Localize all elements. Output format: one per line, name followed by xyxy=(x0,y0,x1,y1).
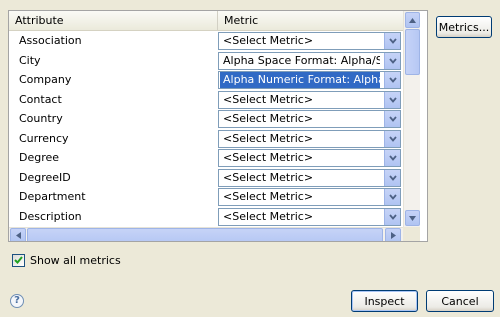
attribute-cell: Contact xyxy=(19,92,62,106)
scroll-up-arrow-icon[interactable] xyxy=(405,12,420,28)
chevron-down-icon[interactable] xyxy=(384,52,400,69)
metric-select-value: Alpha Numeric Format: Alpha/Num xyxy=(220,72,380,88)
scroll-right-arrow-icon[interactable] xyxy=(385,228,401,241)
metric-select-value: <Select Metric> xyxy=(223,131,314,145)
chevron-down-icon[interactable] xyxy=(384,111,400,127)
metric-select[interactable]: <Select Metric> xyxy=(218,188,401,206)
table-row[interactable]: Association <Select Metric> xyxy=(9,31,403,51)
chevron-down-icon[interactable] xyxy=(384,130,400,147)
chevron-down-icon[interactable] xyxy=(384,72,400,88)
scroll-down-arrow-icon[interactable] xyxy=(405,210,420,226)
metric-column-header[interactable]: Metric xyxy=(218,11,403,30)
chevron-down-icon[interactable] xyxy=(384,169,400,186)
attribute-cell: Degree xyxy=(19,151,60,164)
attribute-cell: Association xyxy=(19,34,82,47)
chevron-down-icon[interactable] xyxy=(384,91,400,108)
attribute-cell: Description xyxy=(19,209,82,223)
chevron-down-icon[interactable] xyxy=(384,33,400,49)
attribute-cell: DegreeID xyxy=(19,170,71,184)
table-header: Attribute Metric xyxy=(9,11,403,31)
attribute-cell: City xyxy=(19,53,41,67)
table-row[interactable]: Degree <Select Metric> xyxy=(9,148,403,168)
chevron-down-icon[interactable] xyxy=(384,208,400,225)
attribute-cell: Country xyxy=(19,112,63,125)
scroll-left-arrow-icon[interactable] xyxy=(10,228,26,241)
attribute-metric-table: Attribute Metric Association <Select Metr… xyxy=(8,10,428,242)
metric-select-value: <Select Metric> xyxy=(223,112,314,125)
table-row[interactable]: Contact <Select Metric> xyxy=(9,90,403,110)
inspect-button[interactable]: Inspect xyxy=(351,290,418,312)
metric-select[interactable]: <Select Metric> xyxy=(218,168,401,187)
metric-select-value: <Select Metric> xyxy=(223,92,314,106)
metric-select[interactable]: <Select Metric> xyxy=(218,110,401,128)
scrollbar-corner xyxy=(403,227,420,241)
metric-select-value: <Select Metric> xyxy=(223,151,314,164)
horizontal-scroll-thumb[interactable] xyxy=(27,228,383,241)
checkmark-icon xyxy=(14,256,23,264)
vertical-scrollbar[interactable] xyxy=(403,11,420,227)
metric-select-value: <Select Metric> xyxy=(223,209,314,223)
table-row[interactable]: Country <Select Metric> xyxy=(9,109,403,129)
metrics-button[interactable]: Metrics... xyxy=(436,16,492,38)
chevron-down-icon[interactable] xyxy=(384,189,400,205)
table-row[interactable]: City Alpha Space Format: Alpha/Space xyxy=(9,51,403,71)
metric-select[interactable]: <Select Metric> xyxy=(218,90,401,109)
metric-select[interactable]: <Select Metric> xyxy=(218,149,401,167)
metric-select[interactable]: <Select Metric> xyxy=(218,207,401,226)
metric-select-value: <Select Metric> xyxy=(223,190,314,203)
attribute-cell: Company xyxy=(19,73,72,86)
table-row[interactable]: Company Alpha Numeric Format: Alpha/Num xyxy=(9,70,403,90)
metric-select[interactable]: Alpha Numeric Format: Alpha/Num xyxy=(218,71,401,89)
metric-select-value: <Select Metric> xyxy=(223,170,314,184)
metric-select[interactable]: <Select Metric> xyxy=(218,32,401,50)
table-row[interactable]: Currency <Select Metric> xyxy=(9,129,403,149)
horizontal-scrollbar[interactable] xyxy=(9,227,403,241)
attribute-cell: Department xyxy=(19,190,86,203)
show-all-metrics-label[interactable]: Show all metrics xyxy=(30,254,121,267)
table-row[interactable]: Department <Select Metric> xyxy=(9,187,403,207)
metric-select-value: <Select Metric> xyxy=(223,34,314,47)
table-row[interactable]: Description <Select Metric> xyxy=(9,207,403,227)
show-all-metrics-option[interactable]: Show all metrics xyxy=(12,252,121,268)
metric-select-value: Alpha Space Format: Alpha/Space xyxy=(223,53,380,67)
attribute-column-header[interactable]: Attribute xyxy=(9,11,218,30)
show-all-metrics-checkbox[interactable] xyxy=(12,253,25,267)
help-icon[interactable]: ? xyxy=(10,294,24,308)
table-row[interactable]: DegreeID <Select Metric> xyxy=(9,168,403,188)
attribute-cell: Currency xyxy=(19,131,69,145)
metric-select[interactable]: <Select Metric> xyxy=(218,129,401,148)
vertical-scroll-thumb[interactable] xyxy=(405,29,420,75)
chevron-down-icon[interactable] xyxy=(384,150,400,166)
cancel-button[interactable]: Cancel xyxy=(426,290,494,312)
metric-select[interactable]: Alpha Space Format: Alpha/Space xyxy=(218,51,401,70)
